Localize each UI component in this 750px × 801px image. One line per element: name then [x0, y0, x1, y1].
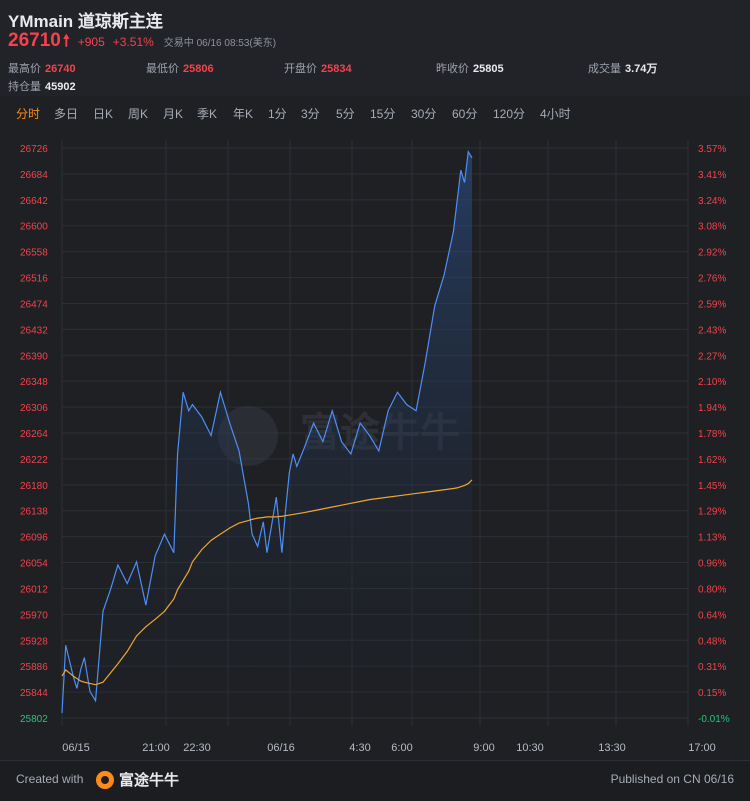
y-tick-label: 26306 — [20, 403, 48, 414]
y2-tick-label: 2.76% — [698, 274, 726, 285]
x-tick-label: 9:00 — [473, 742, 494, 754]
price-change-pct: +3.51% — [112, 35, 154, 49]
x-tick-label: 6:00 — [391, 742, 412, 754]
x-tick-label: 21:00 — [142, 742, 170, 754]
y2-tick-label: 2.10% — [698, 377, 726, 388]
tab-1min[interactable]: 1分 — [268, 105, 287, 122]
price-row: 26710 🠕 +905 +3.51% 交易中 06/16 08:53(美东) — [8, 30, 276, 52]
y-axis-labels: 26726 26684 26642 26600 26558 26516 26474 26432… — [20, 144, 48, 725]
tab-30min[interactable]: 30分 — [411, 105, 436, 122]
y2-tick-label: 3.08% — [698, 222, 726, 233]
y2-tick-label: 3.57% — [698, 144, 726, 155]
last-price: 26710 — [8, 30, 61, 51]
y2-tick-label: 0.80% — [698, 584, 726, 595]
tab-week-k[interactable]: 周K — [128, 105, 148, 122]
arrow-up-icon: 🠕 — [62, 33, 70, 50]
x-tick-label: 13:30 — [598, 742, 626, 754]
x-tick-label: 06/16 — [267, 742, 295, 754]
brand: 富途牛牛 — [96, 769, 179, 790]
instrument-title: YMmain 道琼斯主连 — [8, 12, 163, 31]
created-with-label: Created with — [16, 772, 84, 786]
y2-tick-label: 0.48% — [698, 636, 726, 647]
stat-high: 最高价 26740 — [8, 63, 76, 75]
tab-intraday[interactable]: 分时 — [16, 105, 40, 122]
tab-multiday[interactable]: 多日 — [54, 105, 78, 122]
tab-quarter-k[interactable]: 季K — [197, 105, 217, 122]
tab-day-k[interactable]: 日K — [93, 105, 113, 122]
tab-month-k[interactable]: 月K — [163, 105, 183, 122]
tab-4hour[interactable]: 4小时 — [540, 105, 571, 122]
price-change: +905 — [77, 35, 105, 49]
tab-year-k[interactable]: 年K — [233, 105, 253, 122]
y2-tick-label: 3.24% — [698, 196, 726, 207]
brand-name: 富途牛牛 — [119, 772, 180, 789]
quote-header: YMmain 道琼斯主连 26710 🠕 +905 +3.51% 交易中 06/… — [0, 0, 750, 96]
footer: Created with 富途牛牛 Published on CN 06/16 — [0, 760, 750, 801]
y2-tick-label: 0.64% — [698, 610, 726, 621]
y2-tick-label: -0.01% — [698, 714, 730, 725]
y-tick-label: 26600 — [20, 222, 48, 233]
x-tick-label: 06/15 — [62, 742, 90, 754]
x-axis-labels: 06/15 21:00 22:30 06/16 4:30 6:00 9:00 10:30 13:… — [62, 742, 716, 754]
y2-tick-label: 1.78% — [698, 429, 726, 440]
market-status: 交易中 06/16 08:53(美东) — [163, 38, 277, 49]
x-tick-label: 22:30 — [183, 742, 211, 754]
y-tick-label: 26726 — [20, 144, 48, 155]
y-tick-label: 26264 — [20, 429, 48, 440]
x-tick-label: 4:30 — [349, 742, 370, 754]
y-tick-label: 26390 — [20, 351, 48, 362]
y-tick-label: 26222 — [20, 455, 48, 466]
y-tick-label: 26474 — [20, 299, 48, 310]
y-tick-label: 26054 — [20, 559, 48, 570]
y2-tick-label: 2.92% — [698, 248, 726, 259]
y2-tick-label: 2.43% — [698, 325, 726, 336]
published-label: Published on CN 06/16 — [610, 772, 734, 786]
y-tick-label: 26558 — [20, 248, 48, 259]
y-tick-label: 25844 — [20, 688, 48, 699]
stat-open-interest: 持仓量 45902 — [8, 81, 76, 93]
stat-low: 最低价 25806 — [146, 63, 214, 75]
y-tick-label: 25928 — [20, 636, 48, 647]
y2-tick-label: 2.27% — [698, 351, 726, 362]
y-tick-label: 25802 — [20, 714, 48, 725]
y2-tick-label: 1.45% — [698, 481, 726, 492]
brand-logo-icon — [96, 770, 114, 789]
stat-volume: 成交量 3.74万 — [588, 63, 658, 75]
y2-tick-label: 0.31% — [698, 662, 726, 673]
y2-tick-label: 0.96% — [698, 559, 726, 570]
y2-axis-labels: 3.57% 3.41% 3.24% 3.08% 2.92% 2.76% 2.59% 2.43%… — [698, 144, 730, 725]
x-tick-label: 17:00 — [688, 742, 716, 754]
y2-tick-label: 1.62% — [698, 455, 726, 466]
tab-120min[interactable]: 120分 — [493, 105, 525, 122]
tab-3min[interactable]: 3分 — [301, 105, 320, 122]
y-tick-label: 26012 — [20, 584, 48, 595]
stat-open: 开盘价 25834 — [284, 63, 352, 75]
y2-tick-label: 1.29% — [698, 507, 726, 518]
y-tick-label: 25970 — [20, 610, 48, 621]
y-tick-label: 26516 — [20, 274, 48, 285]
y2-tick-label: 2.59% — [698, 299, 726, 310]
tab-5min[interactable]: 5分 — [336, 105, 355, 122]
y2-tick-label: 3.41% — [698, 170, 726, 181]
chart-area[interactable]: 富途牛牛 26726 26684 26642 26600 26558 26516 26474… — [0, 128, 750, 760]
tab-60min[interactable]: 60分 — [452, 105, 477, 122]
x-tick-label: 10:30 — [516, 742, 544, 754]
y2-tick-label: 0.15% — [698, 688, 726, 699]
y-tick-label: 26642 — [20, 196, 48, 207]
y2-tick-label: 1.94% — [698, 403, 726, 414]
y-tick-label: 26138 — [20, 507, 48, 518]
y-tick-label: 26348 — [20, 377, 48, 388]
y-tick-label: 26432 — [20, 325, 48, 336]
y2-tick-label: 1.13% — [698, 533, 726, 544]
y-tick-label: 26684 — [20, 170, 48, 181]
stat-prev-close: 昨收价 25805 — [436, 63, 504, 75]
period-tabs: 分时 多日 日K 周K 月K 季K 年K 1分 3分 5分 15分 30分 60… — [0, 101, 750, 127]
tab-15min[interactable]: 15分 — [370, 105, 395, 122]
y-tick-label: 25886 — [20, 662, 48, 673]
y-tick-label: 26096 — [20, 533, 48, 544]
intraday-chart[interactable]: 富途牛牛 26726266842664226600265582651626474… — [0, 128, 750, 760]
y-tick-label: 26180 — [20, 481, 48, 492]
